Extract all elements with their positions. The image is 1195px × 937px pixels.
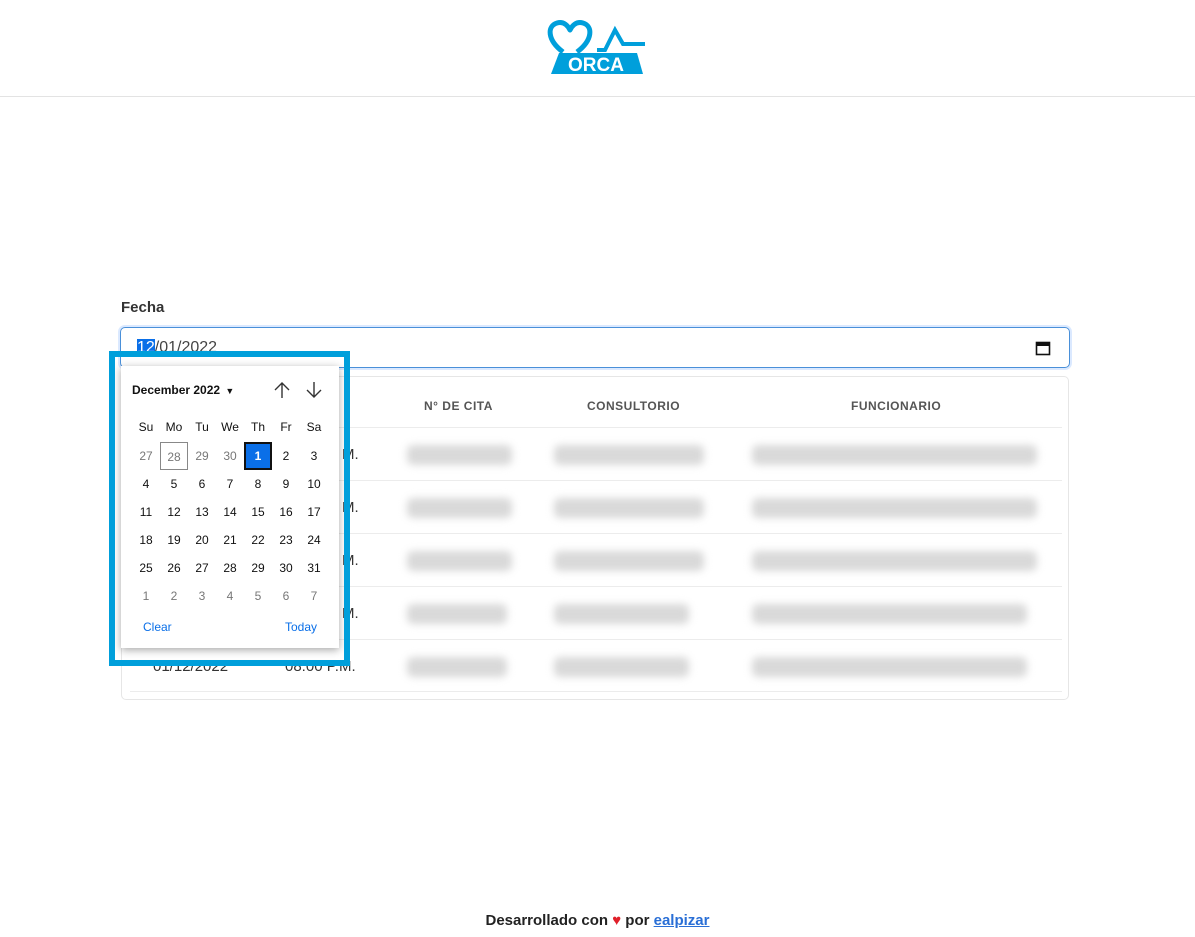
calendar-day[interactable]: 14 [216, 498, 244, 526]
calendar-day[interactable]: 15 [244, 498, 272, 526]
calendar-day[interactable]: 19 [160, 526, 188, 554]
table-cell-hora: M. [342, 446, 359, 463]
calendar-day[interactable]: 17 [300, 498, 328, 526]
footer-text-por: por [625, 912, 650, 929]
blurred-consultorio [554, 657, 689, 677]
calendar-day[interactable]: 5 [160, 470, 188, 498]
blurred-funcionario [752, 657, 1027, 677]
calendar-day[interactable]: 30 [216, 442, 244, 470]
blurred-consultorio [554, 445, 704, 465]
calendar-day[interactable]: 27 [188, 554, 216, 582]
calendar-day[interactable]: 31 [300, 554, 328, 582]
table-cell-hora: M. [342, 605, 359, 622]
calendar-day[interactable]: 29 [244, 554, 272, 582]
footer-text: Desarrollado con [485, 912, 609, 929]
calendar-day[interactable]: 9 [272, 470, 300, 498]
calendar-day[interactable]: 5 [244, 582, 272, 610]
weekday-label: Fr [280, 420, 292, 434]
date-value[interactable]: 12/01/2022 [137, 339, 217, 357]
calendar-day-today[interactable]: 28 [160, 442, 188, 470]
calendar-day[interactable]: 6 [272, 582, 300, 610]
calendar-day[interactable]: 21 [216, 526, 244, 554]
table-cell-hora: M. [342, 552, 359, 569]
calendar-day[interactable]: 7 [300, 582, 328, 610]
header-consultorio: CONSULTORIO [587, 399, 681, 413]
calendar-day[interactable]: 13 [188, 498, 216, 526]
calendar-day[interactable]: 8 [244, 470, 272, 498]
blurred-cita [407, 551, 512, 571]
calendar-day[interactable]: 3 [188, 582, 216, 610]
calendar-day[interactable]: 24 [300, 526, 328, 554]
calendar-day[interactable]: 11 [132, 498, 160, 526]
svg-text:ORCA: ORCA [568, 55, 624, 76]
weekday-label: Sa [306, 420, 322, 434]
weekday-label: Su [138, 420, 154, 434]
blurred-consultorio [554, 604, 689, 624]
header-funcionario: FUNCIONARIO [851, 399, 942, 413]
table-cell-hora: 08:00 P.M. [285, 658, 356, 675]
heart-icon: ♥ [612, 912, 622, 929]
calendar-day[interactable]: 22 [244, 526, 272, 554]
arrow-down-icon[interactable] [303, 379, 325, 401]
calendar-day[interactable]: 6 [188, 470, 216, 498]
calendar-day[interactable]: 4 [216, 582, 244, 610]
blurred-consultorio [554, 551, 704, 571]
month-year-selector[interactable]: December 2022 ▼ [132, 383, 234, 397]
blurred-funcionario [752, 604, 1027, 624]
author-link[interactable]: ealpizar [654, 912, 710, 929]
calendar-day[interactable]: 30 [272, 554, 300, 582]
calendar-day[interactable]: 16 [272, 498, 300, 526]
orca-logo-icon[interactable]: ORCA [545, 18, 647, 78]
fecha-label: Fecha [121, 299, 165, 316]
calendar-day[interactable]: 29 [188, 442, 216, 470]
footer: Desarrollado con ♥ por ealpizar [0, 912, 1195, 929]
calendar-day[interactable]: 1 [132, 582, 160, 610]
calendar-day[interactable]: 7 [216, 470, 244, 498]
clear-button[interactable]: Clear [143, 620, 172, 634]
blurred-cita [407, 657, 507, 677]
weekday-label: Mo [165, 420, 183, 434]
table-divider [130, 691, 1062, 692]
calendar-icon[interactable] [1035, 340, 1051, 356]
calendar-day[interactable]: 23 [272, 526, 300, 554]
calendar-day[interactable]: 12 [160, 498, 188, 526]
calendar-day[interactable]: 2 [272, 442, 300, 470]
calendar-day[interactable]: 28 [216, 554, 244, 582]
month-year-label[interactable]: December 2022 [132, 383, 220, 397]
blurred-cita [407, 604, 507, 624]
table-cell-fecha: 01/12/2022 [153, 658, 229, 675]
blurred-funcionario [752, 445, 1037, 465]
weekday-label: We [221, 420, 239, 434]
weekday-label: Tu [195, 420, 209, 434]
header: ORCA [0, 0, 1195, 97]
date-selected-segment[interactable]: 12 [137, 339, 155, 356]
calendar-day[interactable]: 4 [132, 470, 160, 498]
header-numero-cita: N° DE CITA [424, 399, 493, 413]
blurred-cita [407, 498, 512, 518]
table-cell-hora: M. [342, 499, 359, 516]
blurred-funcionario [752, 551, 1037, 571]
calendar-day[interactable]: 18 [132, 526, 160, 554]
calendar-day[interactable]: 2 [160, 582, 188, 610]
calendar-day[interactable]: 27 [132, 442, 160, 470]
calendar-day-selected[interactable]: 1 [244, 442, 272, 470]
weekday-label: Th [250, 420, 265, 434]
blurred-consultorio [554, 498, 704, 518]
arrow-up-icon[interactable] [271, 379, 293, 401]
date-input[interactable]: 12/01/2022 [120, 327, 1070, 368]
blurred-cita [407, 445, 512, 465]
date-rest-segment[interactable]: /01/2022 [155, 339, 217, 356]
calendar-day[interactable]: 3 [300, 442, 328, 470]
blurred-funcionario [752, 498, 1037, 518]
today-button[interactable]: Today [285, 620, 317, 634]
calendar-day[interactable]: 25 [132, 554, 160, 582]
calendar-day[interactable]: 10 [300, 470, 328, 498]
calendar-day[interactable]: 20 [188, 526, 216, 554]
chevron-down-icon[interactable]: ▼ [225, 386, 234, 396]
date-picker-popup: December 2022 ▼ Su Mo Tu We Th Fr Sa 27 … [121, 366, 339, 648]
calendar-day[interactable]: 26 [160, 554, 188, 582]
